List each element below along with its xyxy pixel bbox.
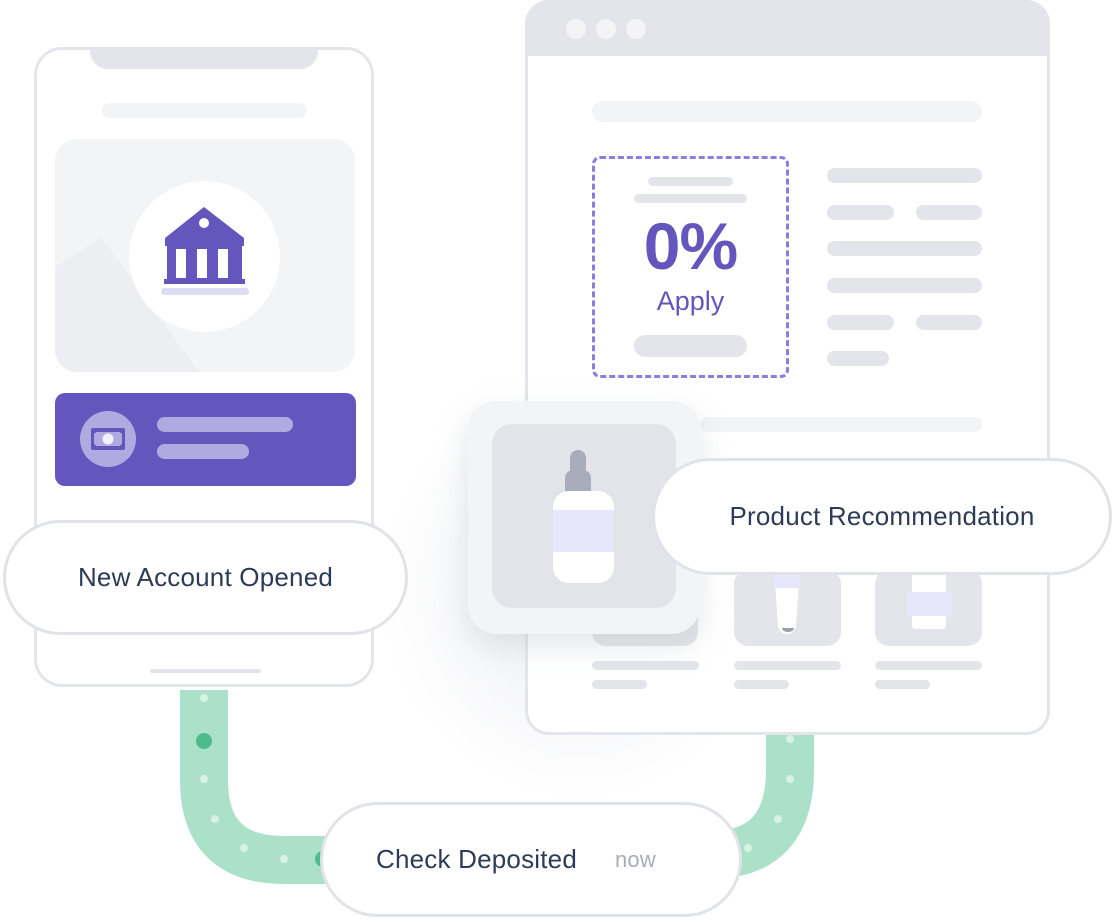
text-placeholder [827, 315, 894, 330]
jar-icon [906, 568, 952, 629]
event-label: New Account Opened [77, 562, 334, 592]
path-dot [786, 735, 794, 743]
text-placeholder [592, 680, 647, 689]
path-dot [280, 855, 288, 863]
phone-home-indicator [150, 669, 261, 673]
event-label: Product Recommendation [729, 501, 1035, 531]
event-label: Check Deposited [376, 844, 577, 874]
serum-bottle-icon [553, 450, 614, 583]
path-dot [200, 694, 208, 702]
event-pill-check-deposited[interactable]: Check Deposited now [320, 802, 742, 917]
card-text-placeholder [157, 444, 249, 459]
text-placeholder [734, 680, 789, 689]
window-dot[interactable] [626, 19, 646, 39]
event-pill-new-account[interactable]: New Account Opened [3, 520, 408, 635]
money-icon [91, 428, 125, 450]
path-node-dot [196, 733, 212, 749]
phone-title-placeholder [102, 103, 307, 118]
path-dot [786, 775, 794, 783]
product-tile[interactable] [734, 570, 841, 646]
text-placeholder [734, 661, 841, 670]
browser-titlebar [525, 0, 1050, 56]
offer-button-placeholder[interactable] [634, 335, 747, 357]
product-tile[interactable] [875, 568, 982, 646]
event-timestamp: now [615, 846, 656, 872]
text-placeholder [827, 241, 982, 256]
featured-product-image [492, 424, 676, 608]
event-pill-product-recommendation[interactable]: Product Recommendation [652, 458, 1112, 575]
offer-rate: 0% [643, 209, 738, 283]
path-dot [211, 815, 219, 823]
offer-text-placeholder [648, 177, 733, 186]
bank-badge [129, 181, 280, 332]
text-placeholder [592, 661, 699, 670]
text-placeholder [875, 680, 930, 689]
window-dot[interactable] [566, 19, 586, 39]
text-placeholder [916, 205, 982, 220]
bank-icon [161, 207, 249, 295]
window-dot[interactable] [596, 19, 616, 39]
text-placeholder [827, 168, 982, 183]
text-placeholder [916, 315, 982, 330]
text-placeholder [827, 351, 889, 366]
phone-notch [90, 47, 318, 69]
path-dot [774, 815, 782, 823]
tube-icon [774, 570, 800, 634]
path-dot [744, 844, 752, 852]
text-placeholder [827, 278, 982, 293]
offer-text-placeholder [634, 194, 747, 203]
money-badge [80, 411, 136, 467]
section-placeholder [700, 417, 982, 432]
text-placeholder [827, 205, 894, 220]
apply-link[interactable]: Apply [592, 286, 789, 317]
path-dot [200, 775, 208, 783]
browser-title-placeholder [592, 101, 982, 122]
text-placeholder [875, 661, 982, 670]
path-dot [240, 844, 248, 852]
card-text-placeholder [157, 417, 293, 432]
